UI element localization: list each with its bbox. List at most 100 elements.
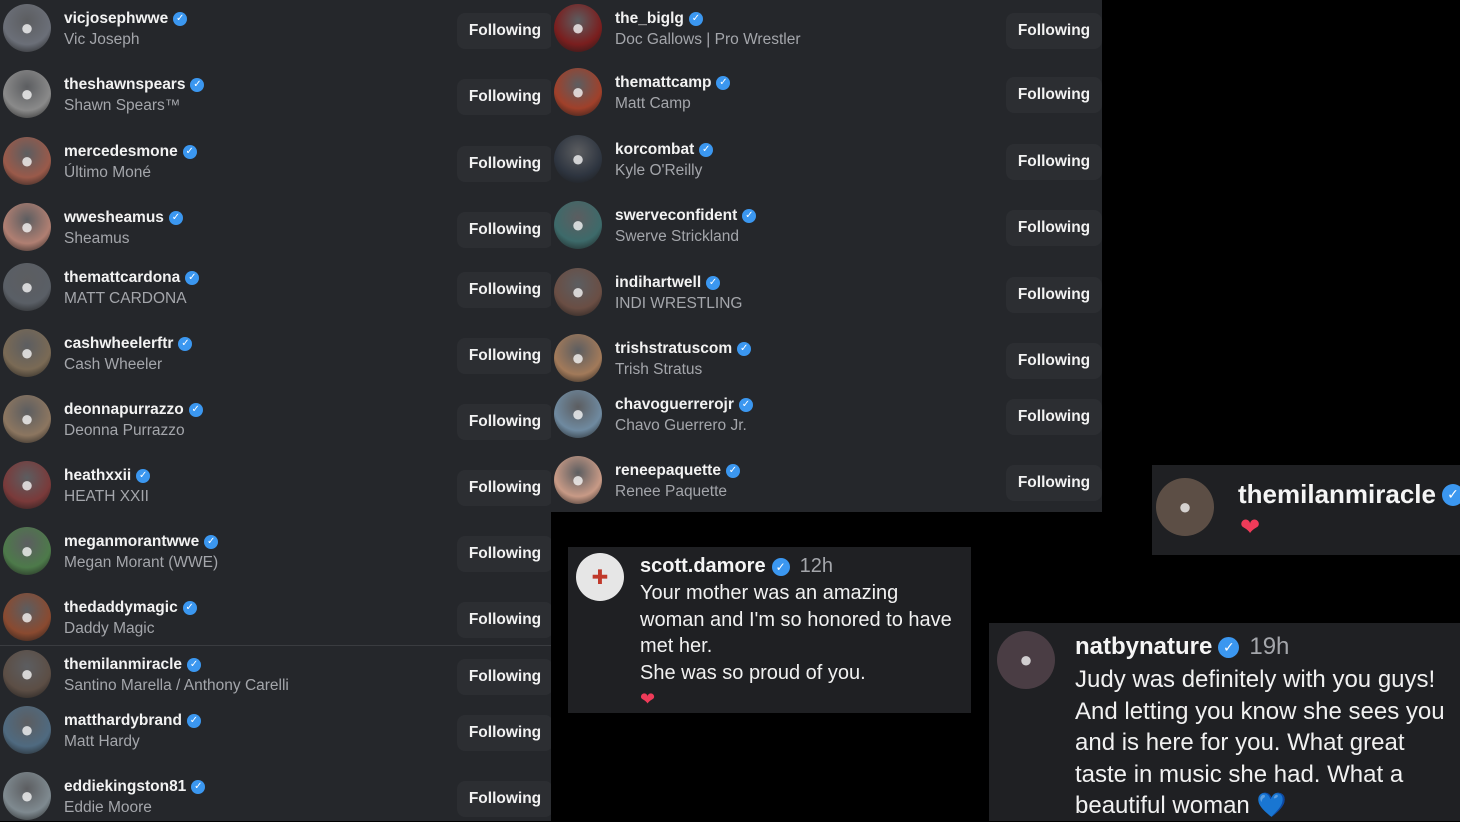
- verified-badge-icon: ✓: [771, 557, 790, 576]
- following-button[interactable]: Following: [1006, 13, 1102, 49]
- verified-badge-icon: ✓: [1441, 483, 1460, 506]
- following-button[interactable]: Following: [457, 79, 551, 115]
- comment-line: Your mother was an amazing: [640, 582, 899, 604]
- following-button[interactable]: Following: [457, 146, 551, 182]
- following-button[interactable]: Following: [457, 659, 551, 695]
- profile-avatar[interactable]: ●: [3, 70, 51, 118]
- comment-username[interactable]: themilanmiracle: [1238, 479, 1436, 510]
- profile-username[interactable]: deonnapurrazzo ✓: [64, 401, 203, 419]
- profile-username[interactable]: eddiekingston81 ✓: [64, 778, 206, 796]
- verified-badge-icon: ✓: [706, 276, 721, 290]
- profile-username[interactable]: themattcardona ✓: [64, 269, 200, 287]
- following-row: ● theshawnspears ✓ Shawn Spears™ Following: [0, 66, 551, 126]
- profile-avatar[interactable]: ●: [3, 772, 51, 820]
- profile-username[interactable]: themattcamp ✓: [615, 74, 731, 92]
- profile-username[interactable]: trishstratuscom ✓: [615, 340, 752, 358]
- profile-avatar[interactable]: ●: [3, 203, 51, 251]
- profile-username[interactable]: mercedesmone ✓: [64, 143, 197, 161]
- profile-username[interactable]: wwesheamus ✓: [64, 209, 183, 227]
- profile-avatar[interactable]: ●: [554, 456, 602, 504]
- profile-avatar[interactable]: ●: [3, 137, 51, 185]
- following-button[interactable]: Following: [1006, 77, 1102, 113]
- following-row: ● thedaddymagic ✓ Daddy Magic Following: [0, 589, 551, 649]
- profile-avatar[interactable]: ●: [554, 4, 602, 52]
- profile-avatar[interactable]: ●: [3, 263, 51, 311]
- following-list-right: ● the_biglg ✓ Doc Gallows | Pro Wrestler Fol…: [551, 0, 1102, 512]
- following-button[interactable]: Following: [1006, 277, 1102, 313]
- profile-username[interactable]: thedaddymagic ✓: [64, 599, 197, 617]
- comment-username[interactable]: natbynature: [1075, 633, 1212, 661]
- profile-username[interactable]: vicjosephwwe ✓: [64, 10, 188, 28]
- profile-avatar[interactable]: ●: [3, 593, 51, 641]
- following-button[interactable]: Following: [457, 13, 551, 49]
- following-button[interactable]: Following: [1006, 465, 1102, 501]
- username-text: trishstratuscom: [615, 340, 733, 357]
- comment-scott-damore: ✚ scott.damore ✓ 12h Your mother was an …: [568, 547, 971, 713]
- person-icon: ●: [571, 79, 585, 104]
- username-text: themattcardona: [64, 269, 181, 286]
- profile-username[interactable]: heathxxii ✓: [64, 467, 151, 485]
- comment-avatar[interactable]: ●: [1156, 478, 1214, 536]
- person-icon: ●: [1019, 647, 1033, 672]
- following-button[interactable]: Following: [457, 470, 551, 506]
- following-button[interactable]: Following: [1006, 399, 1102, 435]
- following-button[interactable]: Following: [457, 602, 551, 638]
- profile-username[interactable]: indihartwell ✓: [615, 274, 721, 292]
- profile-fullname: Vic Joseph: [64, 31, 140, 48]
- following-row: ● trishstratuscom ✓ Trish Stratus Following: [551, 330, 1102, 390]
- profile-avatar[interactable]: ●: [3, 650, 51, 698]
- following-button[interactable]: Following: [457, 338, 551, 374]
- profile-username[interactable]: themilanmiracle ✓: [64, 656, 202, 674]
- profile-avatar[interactable]: ●: [554, 68, 602, 116]
- following-row: ● cashwheelerftr ✓ Cash Wheeler Following: [0, 325, 551, 385]
- following-button[interactable]: Following: [457, 715, 551, 751]
- following-button[interactable]: Following: [457, 272, 551, 308]
- following-button[interactable]: Following: [457, 404, 551, 440]
- comment-natbynature: ● natbynature ✓ 19h Judy was definitely …: [989, 623, 1460, 821]
- username-text: deonnapurrazzo: [64, 401, 184, 418]
- profile-fullname: Renee Paquette: [615, 483, 728, 500]
- following-row: ● the_biglg ✓ Doc Gallows | Pro Wrestler Fol…: [551, 0, 1102, 60]
- profile-username[interactable]: chavoguerrerojr ✓: [615, 396, 753, 414]
- comment-username[interactable]: scott.damore: [640, 555, 766, 578]
- following-button[interactable]: Following: [457, 781, 551, 817]
- profile-username[interactable]: matthardybrand ✓: [64, 712, 201, 730]
- profile-avatar[interactable]: ●: [554, 135, 602, 183]
- profile-fullname: Swerve Strickland: [615, 228, 740, 245]
- profile-avatar[interactable]: ●: [554, 334, 602, 382]
- profile-avatar[interactable]: ●: [554, 201, 602, 249]
- following-button[interactable]: Following: [1006, 210, 1102, 246]
- profile-avatar[interactable]: ●: [554, 268, 602, 316]
- following-button[interactable]: Following: [457, 536, 551, 572]
- comment-time: 12h: [799, 555, 833, 577]
- comment-avatar[interactable]: ●: [997, 631, 1055, 689]
- profile-username[interactable]: korcombat ✓: [615, 141, 714, 159]
- profile-avatar[interactable]: ●: [3, 395, 51, 443]
- following-button[interactable]: Following: [1006, 144, 1102, 180]
- following-button[interactable]: Following: [1006, 343, 1102, 379]
- following-row: ● chavoguerrerojr ✓ Chavo Guerrero Jr. Follo…: [551, 386, 1102, 446]
- profile-avatar[interactable]: ●: [3, 461, 51, 509]
- profile-avatar[interactable]: ●: [3, 706, 51, 754]
- comment-avatar[interactable]: ✚: [576, 553, 624, 601]
- profile-avatar[interactable]: ●: [3, 4, 51, 52]
- profile-avatar[interactable]: ●: [554, 390, 602, 438]
- following-row: ● wwesheamus ✓ Sheamus Following: [0, 199, 551, 259]
- username-text: meganmorantwwe: [64, 533, 200, 550]
- profile-username[interactable]: cashwheelerftr ✓: [64, 335, 193, 353]
- verified-badge-icon: ✓: [716, 76, 731, 90]
- profile-username[interactable]: reneepaquette ✓: [615, 462, 740, 480]
- profile-username[interactable]: meganmorantwwe ✓: [64, 533, 219, 551]
- profile-username[interactable]: swerveconfident ✓: [615, 207, 757, 225]
- blue-heart-emoji: 💙: [1256, 792, 1287, 819]
- profile-username[interactable]: theshawnspears ✓: [64, 76, 205, 94]
- profile-username[interactable]: the_biglg ✓: [615, 10, 703, 28]
- profile-avatar[interactable]: ●: [3, 329, 51, 377]
- profile-avatar[interactable]: ●: [3, 527, 51, 575]
- profile-fullname: Shawn Spears™: [64, 97, 181, 114]
- person-icon: ●: [20, 81, 34, 106]
- profile-fullname: HEATH XXII: [64, 488, 149, 505]
- following-button[interactable]: Following: [457, 212, 551, 248]
- comment-line: She was so proud of you.: [640, 661, 866, 684]
- comment-line: Judy was definitely with you guys!: [1075, 666, 1436, 693]
